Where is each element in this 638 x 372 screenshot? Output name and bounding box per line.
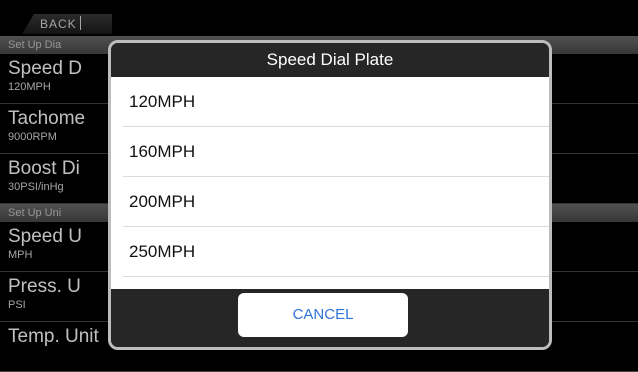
dialog-footer: CANCEL — [111, 289, 549, 347]
option-200mph[interactable]: 200MPH — [123, 177, 549, 227]
option-120mph[interactable]: 120MPH — [123, 77, 549, 127]
option-160mph[interactable]: 160MPH — [123, 127, 549, 177]
speed-dial-plate-dialog: Speed Dial Plate 120MPH 160MPH 200MPH 25… — [108, 40, 552, 350]
option-250mph[interactable]: 250MPH — [123, 227, 549, 277]
cancel-button[interactable]: CANCEL — [238, 293, 408, 337]
option-list[interactable]: 120MPH 160MPH 200MPH 250MPH — [111, 77, 549, 289]
dialog-title: Speed Dial Plate — [111, 43, 549, 77]
